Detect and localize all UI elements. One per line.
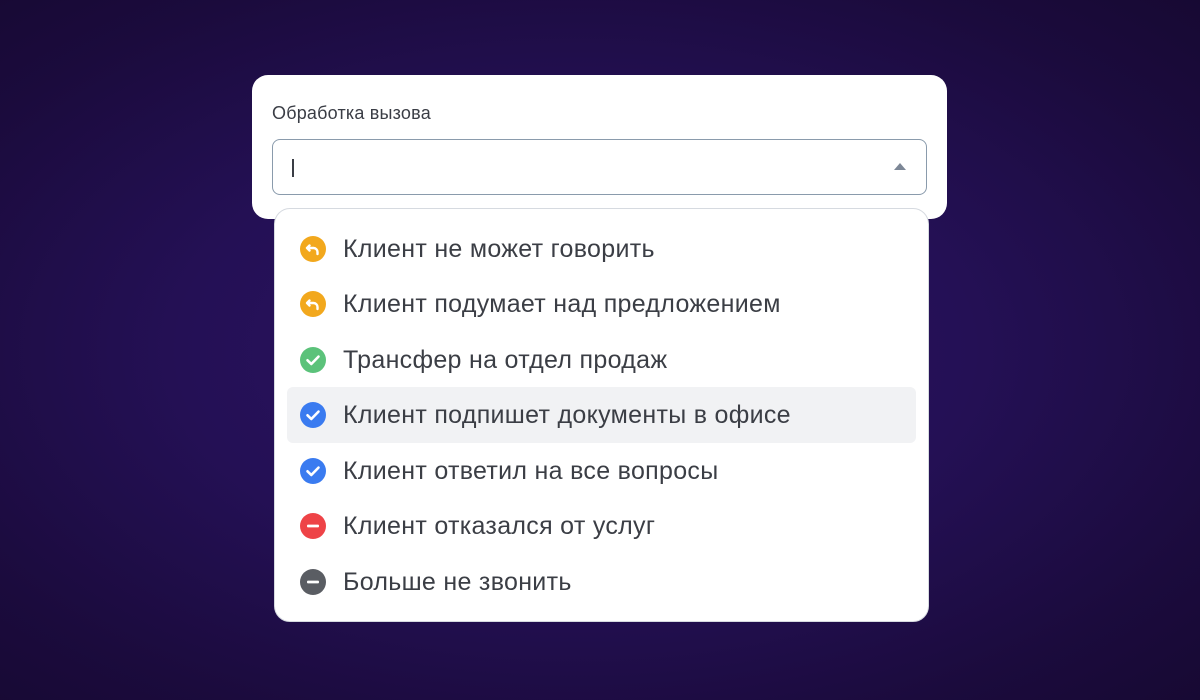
option-label: Клиент отказался от услуг [343, 512, 656, 540]
minus-circle-icon [300, 569, 326, 595]
dropdown-list: Клиент не может говорить Клиент подумает… [274, 208, 929, 622]
call-handling-card: Обработка вызова [252, 75, 947, 219]
option-client-will-think[interactable]: Клиент подумает над предложением [287, 276, 916, 332]
option-label: Клиент ответил на все вопросы [343, 457, 719, 485]
option-label: Больше не звонить [343, 568, 572, 596]
option-label: Клиент не может говорить [343, 235, 655, 263]
option-client-answered-all[interactable]: Клиент ответил на все вопросы [287, 443, 916, 499]
option-label: Клиент подпишет документы в офисе [343, 401, 791, 429]
option-client-cannot-talk[interactable]: Клиент не может говорить [287, 221, 916, 277]
check-circle-icon [300, 402, 326, 428]
option-label: Клиент подумает над предложением [343, 290, 781, 318]
search-input[interactable] [291, 140, 851, 193]
option-transfer-to-sales[interactable]: Трансфер на отдел продаж [287, 332, 916, 388]
check-circle-icon [300, 458, 326, 484]
callback-icon [300, 236, 326, 262]
arrow-up-icon[interactable] [894, 163, 906, 170]
call-handling-select[interactable] [272, 139, 927, 195]
minus-circle-icon [300, 513, 326, 539]
option-client-refused[interactable]: Клиент отказался от услуг [287, 498, 916, 554]
callback-icon [300, 291, 326, 317]
text-cursor [292, 159, 294, 177]
field-label: Обработка вызова [272, 103, 431, 123]
option-do-not-call[interactable]: Больше не звонить [287, 554, 916, 610]
option-label: Трансфер на отдел продаж [343, 346, 668, 374]
option-client-signs-in-office[interactable]: Клиент подпишет документы в офисе [287, 387, 916, 443]
check-circle-icon [300, 347, 326, 373]
